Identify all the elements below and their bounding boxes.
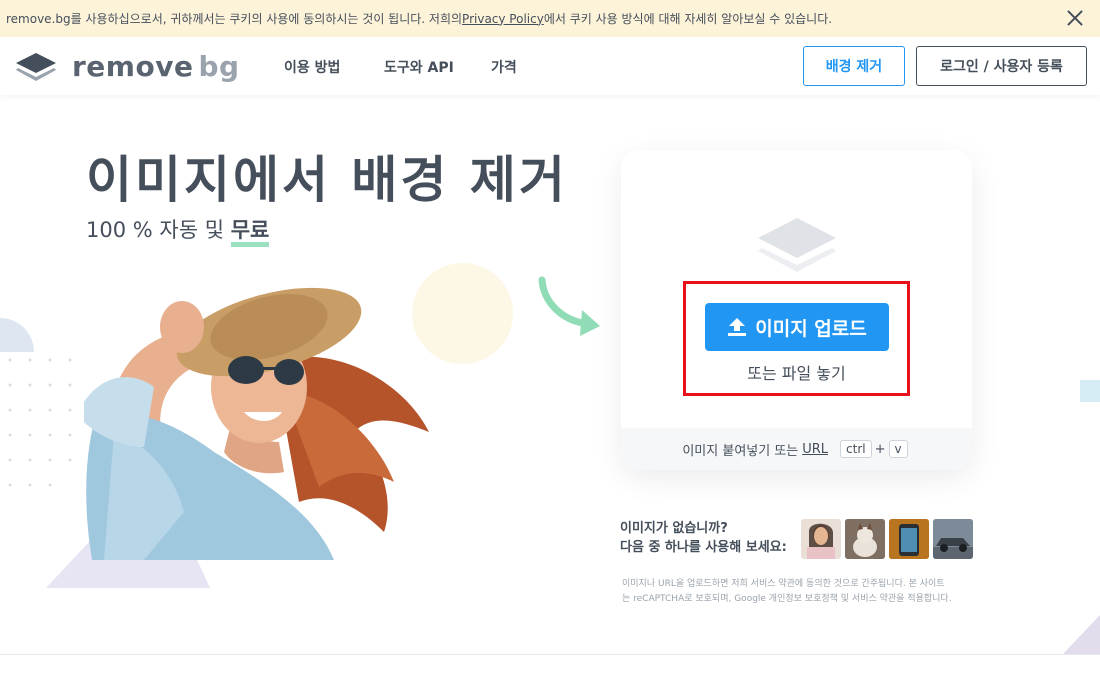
- nav-how-to[interactable]: 이용 방법: [284, 57, 340, 77]
- sample-thumbnail-cat[interactable]: [845, 519, 885, 559]
- subtitle-prefix: 100 % 자동 및: [86, 218, 231, 242]
- v-key: v: [888, 440, 908, 458]
- logo-icon: [16, 52, 56, 81]
- logo[interactable]: remove bg: [14, 50, 240, 83]
- logo-text-main: remove: [72, 50, 194, 83]
- paste-text: 이미지 붙여넣기 또는: [682, 443, 799, 459]
- hero-subtitle: 100 % 자동 및 무료: [86, 214, 270, 247]
- arrow-icon: [538, 276, 600, 336]
- close-icon[interactable]: [1066, 9, 1084, 27]
- hero-woman-image: [84, 287, 429, 560]
- cookie-banner: remove.bg를 사용하십으로서, 귀하께서는 쿠키의 사용에 동의하시는 …: [0, 0, 1100, 37]
- terms-line2: 는 reCAPTCHA로 보호되며, Google 개인정보 보호정책 및 서비…: [622, 594, 952, 604]
- nav-pricing[interactable]: 가격: [491, 57, 517, 77]
- layers-icon: [758, 218, 836, 272]
- terms-notice: 이미지나 URL을 업로드하면 저희 서비스 약관에 동의한 것으로 간주됩니다…: [622, 577, 1002, 607]
- nav-tools-api[interactable]: 도구와 API: [384, 57, 454, 77]
- plus-sign: +: [874, 441, 886, 457]
- login-signup-button[interactable]: 로그인 / 사용자 등록: [916, 46, 1087, 86]
- cookie-text: remove.bg를 사용하십으로서, 귀하께서는 쿠키의 사용에 동의하시는 …: [6, 12, 463, 26]
- sample-prompt-line2: 다음 중 하나를 사용해 보세요:: [620, 540, 787, 555]
- remove-background-button[interactable]: 배경 제거: [803, 46, 905, 86]
- header: remove bg 이용 방법 도구와 API 가격 배경 제거 로그인 / 사용…: [0, 37, 1100, 95]
- page-title: 이미지에서 배경 제거: [86, 151, 568, 209]
- sample-prompt: 이미지가 없습니까? 다음 중 하나를 사용해 보세요:: [620, 519, 787, 557]
- subtitle-highlight: 무료: [230, 218, 270, 247]
- sample-thumbnail-woman[interactable]: [801, 519, 841, 559]
- paste-url-link[interactable]: URL: [802, 442, 828, 457]
- privacy-policy-link[interactable]: Privacy Policy: [462, 12, 544, 26]
- annotation-highlight-box: [683, 281, 910, 396]
- logo-text-accent: bg: [198, 50, 240, 83]
- terms-line1: 이미지나 URL을 업로드하면 저희 서비스 약관에 동의한 것으로 간주됩니다…: [622, 579, 945, 589]
- section-divider: [0, 654, 1100, 655]
- decor-corner-triangle: [1062, 615, 1100, 655]
- cookie-text-after: 에서 쿠키 사용 방식에 대해 자세히 알아보실 수 있습니다.: [543, 12, 833, 26]
- decor-square: [1080, 380, 1100, 402]
- sample-thumbnail-car[interactable]: [933, 519, 973, 559]
- sample-prompt-line1: 이미지가 없습니까?: [620, 521, 728, 536]
- sample-thumbnail-phone[interactable]: [889, 519, 929, 559]
- paste-hint: 이미지 붙여넣기 또는 URL ctrl + v: [621, 428, 972, 470]
- ctrl-key: ctrl: [840, 440, 872, 458]
